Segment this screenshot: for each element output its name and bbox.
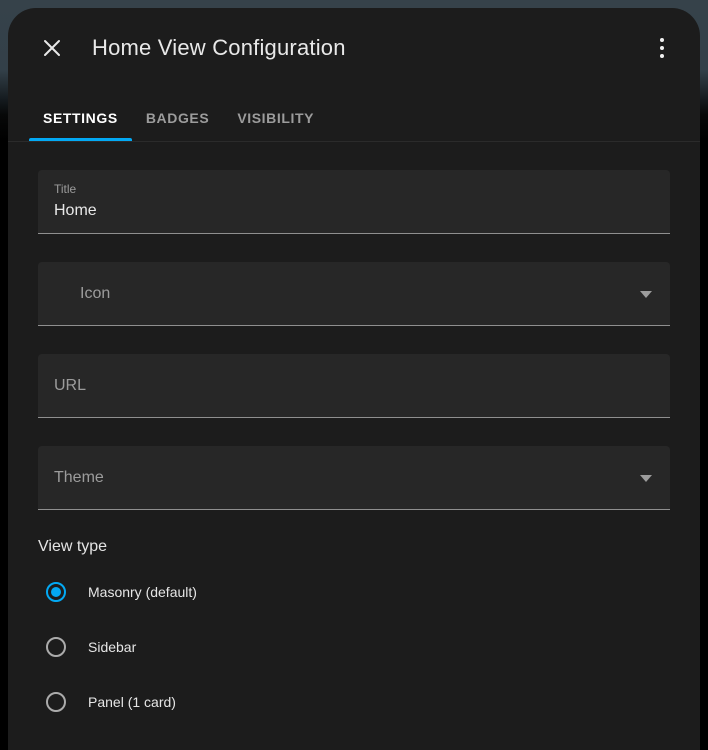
close-x-glyph — [44, 40, 60, 56]
tab-settings[interactable]: SETTINGS — [29, 94, 132, 141]
title-field-value: Home — [54, 202, 97, 219]
tab-badges[interactable]: BADGES — [132, 94, 224, 141]
radio-panel-label: Panel (1 card) — [88, 694, 176, 710]
active-tab-indicator — [29, 138, 132, 141]
theme-field[interactable]: Theme — [38, 446, 670, 510]
url-field-placeholder: URL — [54, 376, 87, 394]
radio-masonry-label: Masonry (default) — [88, 584, 197, 600]
close-icon[interactable] — [38, 34, 66, 62]
kebab-dot — [660, 46, 664, 50]
icon-field[interactable]: Icon — [38, 262, 670, 326]
home-view-configuration-dialog: Home View Configuration SETTINGS BADGES … — [8, 8, 700, 750]
icon-field-label: Icon — [80, 284, 111, 302]
tab-badges-label: BADGES — [145, 109, 210, 126]
chevron-down-icon — [640, 474, 652, 482]
tab-settings-label: SETTINGS — [43, 109, 118, 126]
chevron-down-icon — [640, 290, 652, 298]
kebab-menu-icon[interactable] — [648, 34, 676, 62]
dialog-title: Home View Configuration — [92, 35, 346, 60]
radio-panel[interactable]: Panel (1 card) — [46, 682, 670, 722]
title-field[interactable]: Title Home — [38, 170, 670, 234]
theme-field-label: Theme — [54, 468, 104, 486]
dialog-header: Home View Configuration — [8, 8, 700, 88]
tab-visibility-label: VISIBILITY — [237, 109, 315, 126]
radio-masonry[interactable]: Masonry (default) — [46, 572, 670, 612]
kebab-dot — [660, 38, 664, 42]
tab-bar: SETTINGS BADGES VISIBILITY — [8, 94, 700, 142]
radio-button-icon — [46, 582, 66, 602]
settings-tab-content: Title Home Icon URL Theme View type Maso… — [8, 142, 700, 722]
radio-button-icon — [46, 692, 66, 712]
url-field[interactable]: URL — [38, 354, 670, 418]
view-type-label: View type — [38, 538, 108, 555]
radio-sidebar-label: Sidebar — [88, 639, 137, 655]
tab-visibility[interactable]: VISIBILITY — [223, 94, 328, 141]
title-field-label: Title — [54, 182, 77, 196]
radio-sidebar[interactable]: Sidebar — [46, 627, 670, 667]
radio-button-icon — [46, 637, 66, 657]
kebab-dot — [660, 54, 664, 58]
